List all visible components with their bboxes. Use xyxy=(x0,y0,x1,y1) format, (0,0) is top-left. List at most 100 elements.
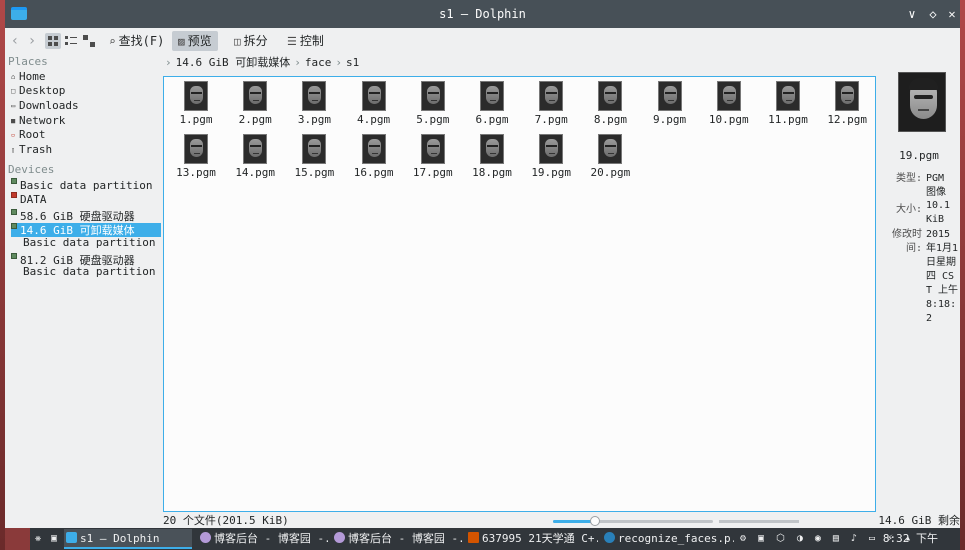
sidebar-item-downloads[interactable]: ▭ Downloads xyxy=(11,99,161,113)
desktop-background-right xyxy=(960,0,965,550)
image-thumbnail xyxy=(480,81,504,111)
image-thumbnail xyxy=(243,134,268,164)
breadcrumb-item-drive[interactable]: 14.6 GiB 可卸载媒体 xyxy=(176,56,291,69)
keep-above-button[interactable]: ◇ xyxy=(925,6,941,22)
drive-icon xyxy=(11,209,17,215)
zoom-slider-handle[interactable] xyxy=(590,516,600,526)
split-label: 拆分 xyxy=(243,34,268,48)
breadcrumb-separator: › xyxy=(165,56,172,69)
file-item[interactable]: 4.pgm xyxy=(344,81,404,126)
taskbar: ❋ ▣ s1 — Dolphin 博客后台 - 博客园 -... 博客后台 - … xyxy=(30,528,960,550)
file-name: 18.pgm xyxy=(472,166,512,179)
title-bar[interactable]: s1 — Dolphin ∨ ◇ ✕ xyxy=(5,0,960,28)
sidebar-item-root[interactable]: ▫ Root xyxy=(11,128,161,142)
app-launcher-icon[interactable]: ❋ xyxy=(35,529,41,549)
file-item[interactable]: 10.pgm xyxy=(699,81,759,126)
status-summary: 20 个文件(201.5 KiB) xyxy=(163,514,289,527)
file-item[interactable]: 7.pgm xyxy=(521,81,581,126)
file-item[interactable]: 19.pgm xyxy=(521,134,581,179)
location-breadcrumb: › 14.6 GiB 可卸载媒体 › face › s1 xyxy=(165,54,363,72)
breadcrumb-item-face[interactable]: face xyxy=(305,56,332,69)
task-editor[interactable]: recognize_faces.p... xyxy=(602,529,734,549)
info-modified-label: 修改时间: xyxy=(892,229,922,254)
file-name: 6.pgm xyxy=(475,113,509,126)
breadcrumb-separator: › xyxy=(294,56,301,69)
file-item[interactable]: 2.pgm xyxy=(225,81,285,126)
file-name: 3.pgm xyxy=(297,113,331,126)
browser-icon xyxy=(200,532,211,543)
compact-view-button[interactable] xyxy=(63,33,79,49)
task-label: 博客后台 - 博客园 -... xyxy=(348,532,462,545)
task-dolphin[interactable]: s1 — Dolphin xyxy=(64,529,192,549)
info-filename: 19.pgm xyxy=(899,149,939,162)
image-thumbnail xyxy=(657,81,682,111)
show-desktop-icon[interactable]: ▣ xyxy=(51,529,57,549)
sidebar-device-14gb-removable[interactable]: 14.6 GiB 可卸载媒体 xyxy=(11,223,161,237)
details-view-button[interactable] xyxy=(81,33,97,49)
breadcrumb-item-s1[interactable]: s1 xyxy=(346,56,359,69)
file-item[interactable]: 15.pgm xyxy=(284,134,344,179)
file-name: 1.pgm xyxy=(179,113,213,126)
document-icon xyxy=(468,532,479,543)
file-item[interactable]: 3.pgm xyxy=(284,81,344,126)
image-thumbnail xyxy=(480,134,504,164)
info-type-value: PGM 图像 xyxy=(926,173,946,198)
file-item[interactable]: 16.pgm xyxy=(344,134,404,179)
trash-icon: ▯ xyxy=(11,146,16,154)
file-item[interactable]: 9.pgm xyxy=(640,81,700,126)
file-item[interactable]: 1.pgm xyxy=(166,81,226,126)
file-item[interactable]: 14.pgm xyxy=(225,134,285,179)
file-name: 4.pgm xyxy=(357,113,391,126)
file-item[interactable]: 12.pgm xyxy=(817,81,877,126)
sidebar-device-data[interactable]: DATA xyxy=(11,192,161,206)
forward-button[interactable]: › xyxy=(25,31,39,51)
file-item[interactable]: 8.pgm xyxy=(580,81,640,126)
file-item[interactable]: 18.pgm xyxy=(462,134,522,179)
preview-icon: ▨ xyxy=(178,35,185,48)
info-size-value: 10.1 KiB xyxy=(926,200,951,225)
preview-button[interactable]: ▨ 预览 xyxy=(172,31,218,51)
file-item[interactable]: 6.pgm xyxy=(462,81,522,126)
back-button[interactable]: ‹ xyxy=(8,31,22,51)
file-item[interactable]: 13.pgm xyxy=(166,134,226,179)
image-thumbnail xyxy=(598,81,623,111)
status-bar: 20 个文件(201.5 KiB) 14.6 GiB 剩余 xyxy=(163,514,960,528)
image-thumbnail xyxy=(835,81,860,111)
close-button[interactable]: ✕ xyxy=(944,6,960,22)
sidebar-item-trash[interactable]: ▯ Trash xyxy=(11,143,161,157)
split-button[interactable]: ◫ 拆分 xyxy=(228,31,274,51)
sidebar-item-label: Desktop xyxy=(19,84,66,97)
search-icon: ⌕ xyxy=(109,35,116,48)
sidebar-device-58gb-disk[interactable]: 58.6 GiB 硬盘驱动器 xyxy=(11,209,161,223)
zoom-slider[interactable] xyxy=(553,516,713,526)
file-name: 15.pgm xyxy=(294,166,335,179)
file-name: 11.pgm xyxy=(768,113,808,126)
task-browser-1[interactable]: 博客后台 - 博客园 -... xyxy=(198,529,328,549)
file-item[interactable]: 20.pgm xyxy=(580,134,640,179)
task-pdf[interactable]: 637995 21天学通 C+... xyxy=(466,529,598,549)
file-name: 14.pgm xyxy=(235,166,276,179)
icons-view-button[interactable] xyxy=(45,33,61,49)
free-space-text: 14.6 GiB 剩余 xyxy=(878,514,960,527)
clock[interactable]: 8:32 下午 xyxy=(883,529,938,549)
window-title: s1 — Dolphin xyxy=(439,7,526,21)
editor-icon xyxy=(604,532,615,543)
minimize-button[interactable]: ∨ xyxy=(904,6,920,22)
task-browser-2[interactable]: 博客后台 - 博客园 -... xyxy=(332,529,462,549)
file-name: 20.pgm xyxy=(590,166,631,179)
file-item[interactable]: 5.pgm xyxy=(403,81,463,126)
sidebar-item-home[interactable]: ⌂ Home xyxy=(11,70,161,84)
sidebar-device-basic-data-partition[interactable]: Basic data partition xyxy=(11,178,161,192)
sidebar-item-network[interactable]: ■ Network xyxy=(11,114,161,128)
file-item[interactable]: 11.pgm xyxy=(758,81,818,126)
toolbar: ‹ › ⌕ 查找(F) ▨ 预览 ◫ 拆分 ☰ 控制 xyxy=(5,29,960,53)
find-label: 查找(F) xyxy=(118,34,165,48)
sidebar-item-desktop[interactable]: □ Desktop xyxy=(11,84,161,98)
find-button[interactable]: ⌕ 查找(F) xyxy=(103,31,170,51)
file-preview-image xyxy=(898,72,946,132)
control-menu-button[interactable]: ☰ 控制 xyxy=(281,31,330,51)
image-thumbnail xyxy=(361,81,386,111)
file-name: 17.pgm xyxy=(412,166,453,179)
file-icon-view[interactable]: 1.pgm 2.pgm 3.pgm 4.pgm 5.pgm 6.pgm 7.pgm 8.pgm… xyxy=(163,76,876,512)
file-item[interactable]: 17.pgm xyxy=(403,134,463,179)
